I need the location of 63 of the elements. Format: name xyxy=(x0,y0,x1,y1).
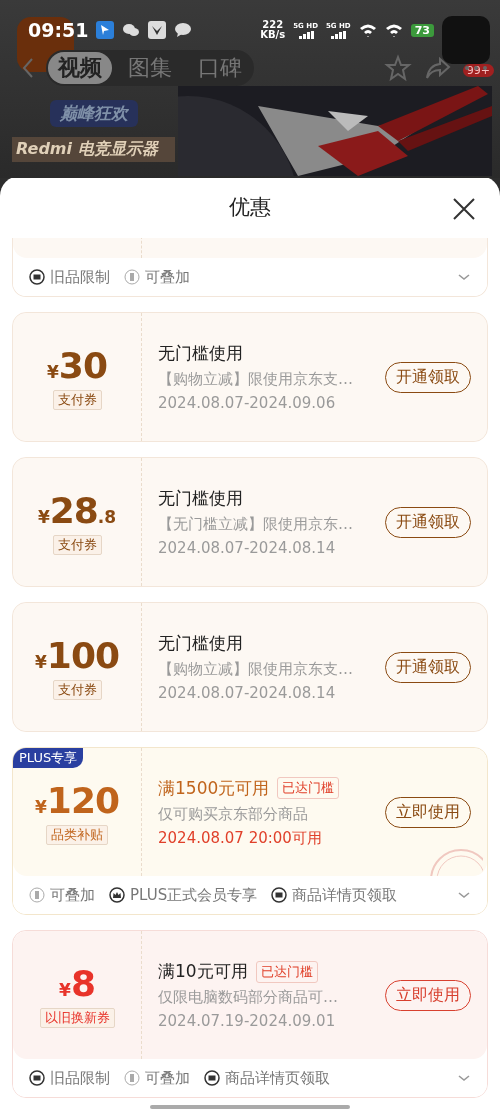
coupon-tag: 商品详情页领取 xyxy=(225,1068,330,1088)
coupon-tag: 商品详情页领取 xyxy=(292,885,398,905)
coupon-date: 2024.08.07-2024.09.06 xyxy=(158,394,337,412)
coupon-description: 【购物立减】限使用京东支… xyxy=(158,370,354,389)
coupon-tag: PLUS正式会员专享 xyxy=(130,885,258,905)
chat-bubbles-icon xyxy=(122,21,141,39)
coin-icon xyxy=(29,887,45,903)
coupon-title: 无门槛使用 xyxy=(158,487,243,510)
square-circle-icon xyxy=(29,1070,45,1086)
coupon-title: 无门槛使用 xyxy=(158,342,243,365)
coupon-tag: 可叠加 xyxy=(145,1068,190,1088)
battery-level: 73 xyxy=(410,23,434,37)
coupon-description: 仅限电脑数码部分商品可… xyxy=(158,988,339,1007)
coupon-type-label: 支付券 xyxy=(52,534,102,555)
coupon-amount: ¥8 xyxy=(59,962,95,1004)
chevron-down-icon[interactable] xyxy=(457,272,471,282)
square-circle-icon xyxy=(29,269,45,285)
chevron-down-icon[interactable] xyxy=(457,890,471,900)
crown-icon xyxy=(109,887,125,903)
media-tab[interactable]: 视频 xyxy=(48,52,112,84)
coupon-amount: ¥28.8 xyxy=(37,489,117,531)
sheet-title: 优惠 xyxy=(229,194,271,221)
coupon-type-label: 支付券 xyxy=(52,389,102,410)
coupon-date: 2024.08.07 20:00可用 xyxy=(158,828,323,848)
coin-icon xyxy=(124,1070,140,1086)
app-icon xyxy=(442,16,490,64)
coupon-title: 无门槛使用 xyxy=(158,632,243,655)
coupon-date: 2024.07.19-2024.09.01 xyxy=(158,1012,337,1030)
chevron-down-icon[interactable] xyxy=(457,1073,471,1083)
coupon-type-label: 支付券 xyxy=(52,679,102,700)
coupon-tag: 可叠加 xyxy=(145,267,190,287)
coupon-description: 仅可购买京东部分商品 xyxy=(158,804,309,824)
coupon-title: 满1500元可用 xyxy=(158,776,270,800)
coupon-tag: 可叠加 xyxy=(50,885,95,905)
network-speed: 222 KB/s xyxy=(260,20,286,40)
square-circle-icon xyxy=(271,887,288,903)
notification-icon xyxy=(96,21,115,39)
coupon-amount: ¥120 xyxy=(35,779,119,821)
coupon-amount: ¥30 xyxy=(47,344,107,386)
coupon-description: 【购物立减】限使用京东支… xyxy=(158,660,354,679)
threshold-badge: 已达门槛 xyxy=(277,777,340,799)
coupon-title: 满10元可用 xyxy=(158,960,248,983)
message-icon xyxy=(174,21,193,39)
coupon-date: 2024.08.07-2024.08.14 xyxy=(158,684,337,702)
coupon-type-label: 以旧换新券 xyxy=(39,1007,115,1028)
back-icon[interactable] xyxy=(22,57,34,79)
promo-title: 巅峰狂欢 xyxy=(49,100,138,127)
plus-ribbon: PLUS专享 xyxy=(13,748,84,768)
coupon-type-label: 品类补贴 xyxy=(46,824,108,845)
coupon-tag: 旧品限制 xyxy=(50,267,110,287)
clock: 09:51 xyxy=(28,19,89,41)
threshold-badge: 已达门槛 xyxy=(255,960,318,983)
coupon-tag: 旧品限制 xyxy=(50,1068,110,1088)
coupon-date: 2024.08.07-2024.08.14 xyxy=(158,539,337,557)
star-icon[interactable] xyxy=(384,54,412,82)
close-icon[interactable] xyxy=(452,197,476,221)
notification-icon xyxy=(148,21,167,39)
share-icon[interactable] xyxy=(424,55,452,81)
promo-text: Redmi 电竞显示器 xyxy=(12,137,175,162)
coupon-description: 【无门槛立减】限使用京东… xyxy=(158,515,354,534)
square-circle-icon xyxy=(204,1070,220,1086)
coupon-amount: ¥100 xyxy=(35,634,119,676)
coin-icon xyxy=(124,269,140,285)
